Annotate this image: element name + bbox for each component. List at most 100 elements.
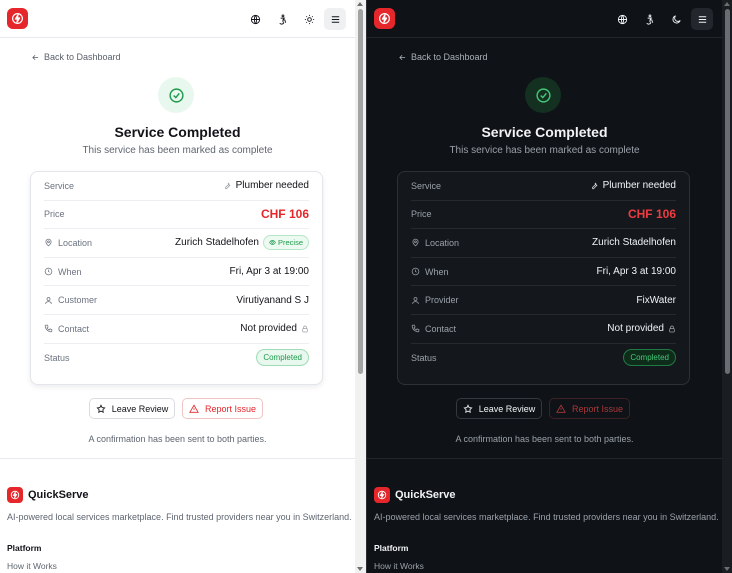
leave-review-button[interactable]: Leave Review <box>456 398 542 419</box>
user-icon <box>45 296 52 304</box>
footer-logo-icon[interactable] <box>374 487 390 503</box>
scroll-up-icon[interactable] <box>357 2 363 6</box>
accessibility-icon[interactable] <box>271 8 293 30</box>
footer-link-how-it-works[interactable]: How it Works <box>374 561 424 571</box>
back-label: Back to Dashboard <box>44 52 121 62</box>
provider-row: Provider FixWater <box>411 286 676 315</box>
location-label: Location <box>58 237 93 248</box>
footer-brand: QuickServe <box>395 489 456 501</box>
menu-icon[interactable] <box>691 8 713 30</box>
footer-section-heading: Platform <box>374 543 409 553</box>
when-value: Fri, Apr 3 at 19:00 <box>229 266 310 278</box>
arrow-left-icon <box>32 54 39 60</box>
service-row: Service Plumber needed <box>411 172 676 201</box>
wrench-icon <box>224 182 231 190</box>
warning-icon <box>556 403 566 413</box>
globe-icon[interactable] <box>244 8 266 30</box>
header <box>0 0 355 38</box>
page-title: Service Completed <box>114 124 241 140</box>
status-badge: Completed <box>623 349 676 367</box>
menu-icon[interactable] <box>324 8 346 30</box>
status-row: Status Completed <box>411 344 676 373</box>
footer-link-how-it-works[interactable]: How it Works <box>7 561 57 571</box>
phone-icon <box>411 325 420 333</box>
accessibility-icon[interactable] <box>638 8 660 30</box>
scrollbar-thumb[interactable] <box>358 9 363 374</box>
location-row: Location Zurich Stadelhofen <box>411 229 676 258</box>
provider-label-wrap: Provider <box>411 295 459 305</box>
scroll-down-icon[interactable] <box>724 567 730 571</box>
wrench-icon <box>591 182 598 190</box>
sun-icon[interactable] <box>298 8 320 30</box>
lock-icon <box>302 325 308 333</box>
footer-tagline: AI-powered local services marketplace. F… <box>374 512 719 522</box>
report-issue-button[interactable]: Report Issue <box>182 398 263 419</box>
service-label: Service <box>44 180 75 191</box>
when-value: Fri, Apr 3 at 19:00 <box>596 266 677 278</box>
provider-label: Provider <box>425 295 459 306</box>
provider-value: FixWater <box>636 294 676 306</box>
dark-pane: Back to Dashboard Service Completed This… <box>366 0 732 573</box>
precise-badge-label: Precise <box>277 238 303 248</box>
footer-tagline: AI-powered local services marketplace. F… <box>7 512 352 522</box>
contact-label: Contact <box>425 323 457 334</box>
light-pane: Back to Dashboard Service Completed This… <box>0 0 366 573</box>
contact-label-wrap: Contact <box>44 324 89 334</box>
customer-label-wrap: Customer <box>44 295 97 305</box>
service-value-wrap: Plumber needed <box>223 180 309 191</box>
when-label: When <box>58 266 82 277</box>
logo-icon[interactable] <box>374 8 395 29</box>
location-label-wrap: Location <box>411 238 459 248</box>
price-value: CHF 106 <box>260 207 309 222</box>
scrollbar[interactable] <box>722 0 732 573</box>
service-value-wrap: Plumber needed <box>590 180 676 191</box>
clock-icon <box>411 267 420 276</box>
scrollbar[interactable] <box>355 0 366 573</box>
eye-icon <box>269 240 276 246</box>
footer-logo-icon[interactable] <box>7 487 23 503</box>
confirmation-text: A confirmation has been sent to both par… <box>455 434 634 444</box>
leave-review-button[interactable]: Leave Review <box>89 398 175 419</box>
back-to-dashboard-link[interactable]: Back to Dashboard <box>398 52 488 62</box>
when-label-wrap: When <box>411 267 449 277</box>
contact-label-wrap: Contact <box>411 324 456 334</box>
report-issue-label: Report Issue <box>204 403 257 414</box>
footer-section-heading: Platform <box>7 543 42 553</box>
location-label: Location <box>425 237 460 248</box>
price-label: Price <box>411 209 432 220</box>
confirmation-text: A confirmation has been sent to both par… <box>88 434 267 444</box>
moon-icon[interactable] <box>665 8 687 30</box>
precise-badge: Precise <box>262 235 309 251</box>
status-row: Status Completed <box>44 344 309 373</box>
back-to-dashboard-link[interactable]: Back to Dashboard <box>31 52 121 62</box>
page-content: Back to Dashboard Service Completed This… <box>0 0 355 573</box>
logo-icon[interactable] <box>7 8 28 29</box>
clock-icon <box>44 267 53 276</box>
contact-value-wrap: Not provided <box>607 323 676 334</box>
contact-value-wrap: Not provided <box>240 323 309 334</box>
when-label: When <box>425 266 449 277</box>
service-details-card: Service Plumber needed Price CHF 106 Loc… <box>397 171 690 385</box>
footer-brand: QuickServe <box>28 489 89 501</box>
phone-icon <box>44 325 53 333</box>
scrollbar-thumb[interactable] <box>725 9 730 374</box>
footer: QuickServe AI-powered local services mar… <box>0 458 355 573</box>
price-row: Price CHF 106 <box>44 201 309 230</box>
scroll-down-icon[interactable] <box>357 567 363 571</box>
status-label: Status <box>411 352 437 363</box>
report-issue-label: Report Issue <box>571 403 624 414</box>
contact-value: Not provided <box>607 323 664 335</box>
check-circle-icon <box>525 77 561 113</box>
price-row: Price CHF 106 <box>411 201 676 230</box>
globe-icon[interactable] <box>611 8 633 30</box>
scroll-up-icon[interactable] <box>724 2 730 6</box>
page-subtitle: This service has been marked as complete <box>82 145 273 156</box>
report-issue-button[interactable]: Report Issue <box>549 398 630 419</box>
location-value: Zurich Stadelhofen <box>592 237 676 249</box>
contact-row: Contact Not provided <box>44 315 309 344</box>
price-label: Price <box>44 209 65 220</box>
customer-row: Customer Virutiyanand S J <box>44 286 309 315</box>
service-value: Plumber needed <box>602 180 676 192</box>
warning-icon <box>189 403 199 413</box>
price-value: CHF 106 <box>627 207 676 222</box>
